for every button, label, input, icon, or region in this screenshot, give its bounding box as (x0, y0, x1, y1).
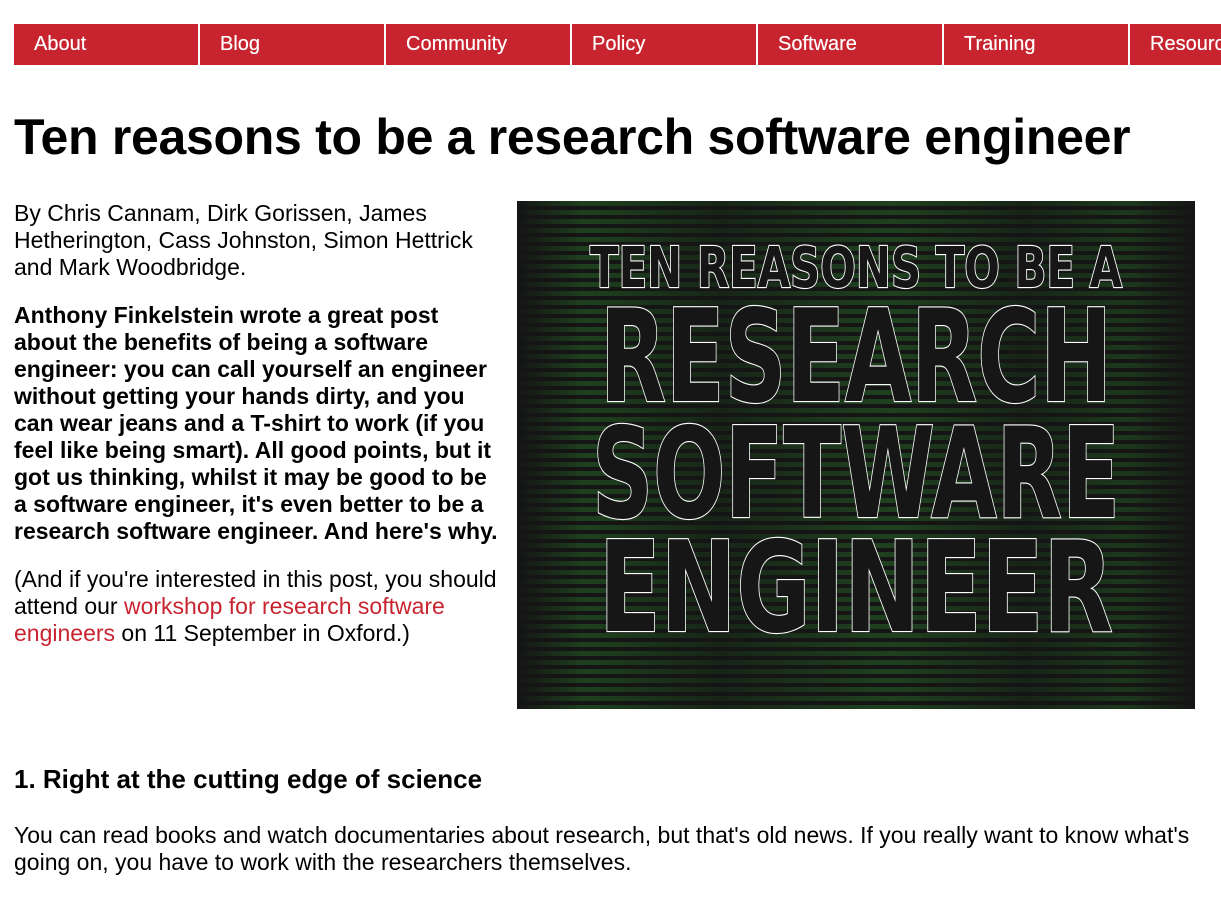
section-text-1: You can read books and watch documentari… (14, 822, 1190, 875)
page-title: Ten reasons to be a research software en… (14, 109, 1131, 165)
article-intro-column: By Chris Cannam, Dirk Gorissen, James He… (14, 200, 504, 668)
nav-item-about[interactable]: About (14, 24, 198, 65)
nav-item-software[interactable]: Software (758, 24, 942, 65)
hero-title-graphic: TEN REASONS TO BE A RESEARCH SOFTWARE EN… (589, 235, 1124, 662)
page: About Blog Community Policy Software Tra… (0, 0, 1221, 900)
section-heading-1: 1. Right at the cutting edge of science (14, 764, 483, 794)
hero-line-4: ENGINEER (599, 514, 1113, 661)
nav-item-resources[interactable]: Resources (1130, 24, 1221, 65)
workshop-note: (And if you're interested in this post, … (14, 566, 504, 647)
nav-item-community[interactable]: Community (386, 24, 570, 65)
nav-item-training[interactable]: Training (944, 24, 1128, 65)
nav-item-policy[interactable]: Policy (572, 24, 756, 65)
main-nav: About Blog Community Policy Software Tra… (14, 24, 1221, 65)
article-authors: By Chris Cannam, Dirk Gorissen, James He… (14, 200, 473, 280)
nav-item-blog[interactable]: Blog (200, 24, 384, 65)
article-intro: Anthony Finkelstein wrote a great post a… (14, 302, 498, 544)
hero-image: TEN REASONS TO BE A RESEARCH SOFTWARE EN… (517, 201, 1195, 709)
workshop-note-after: on 11 September in Oxford.) (115, 620, 410, 646)
